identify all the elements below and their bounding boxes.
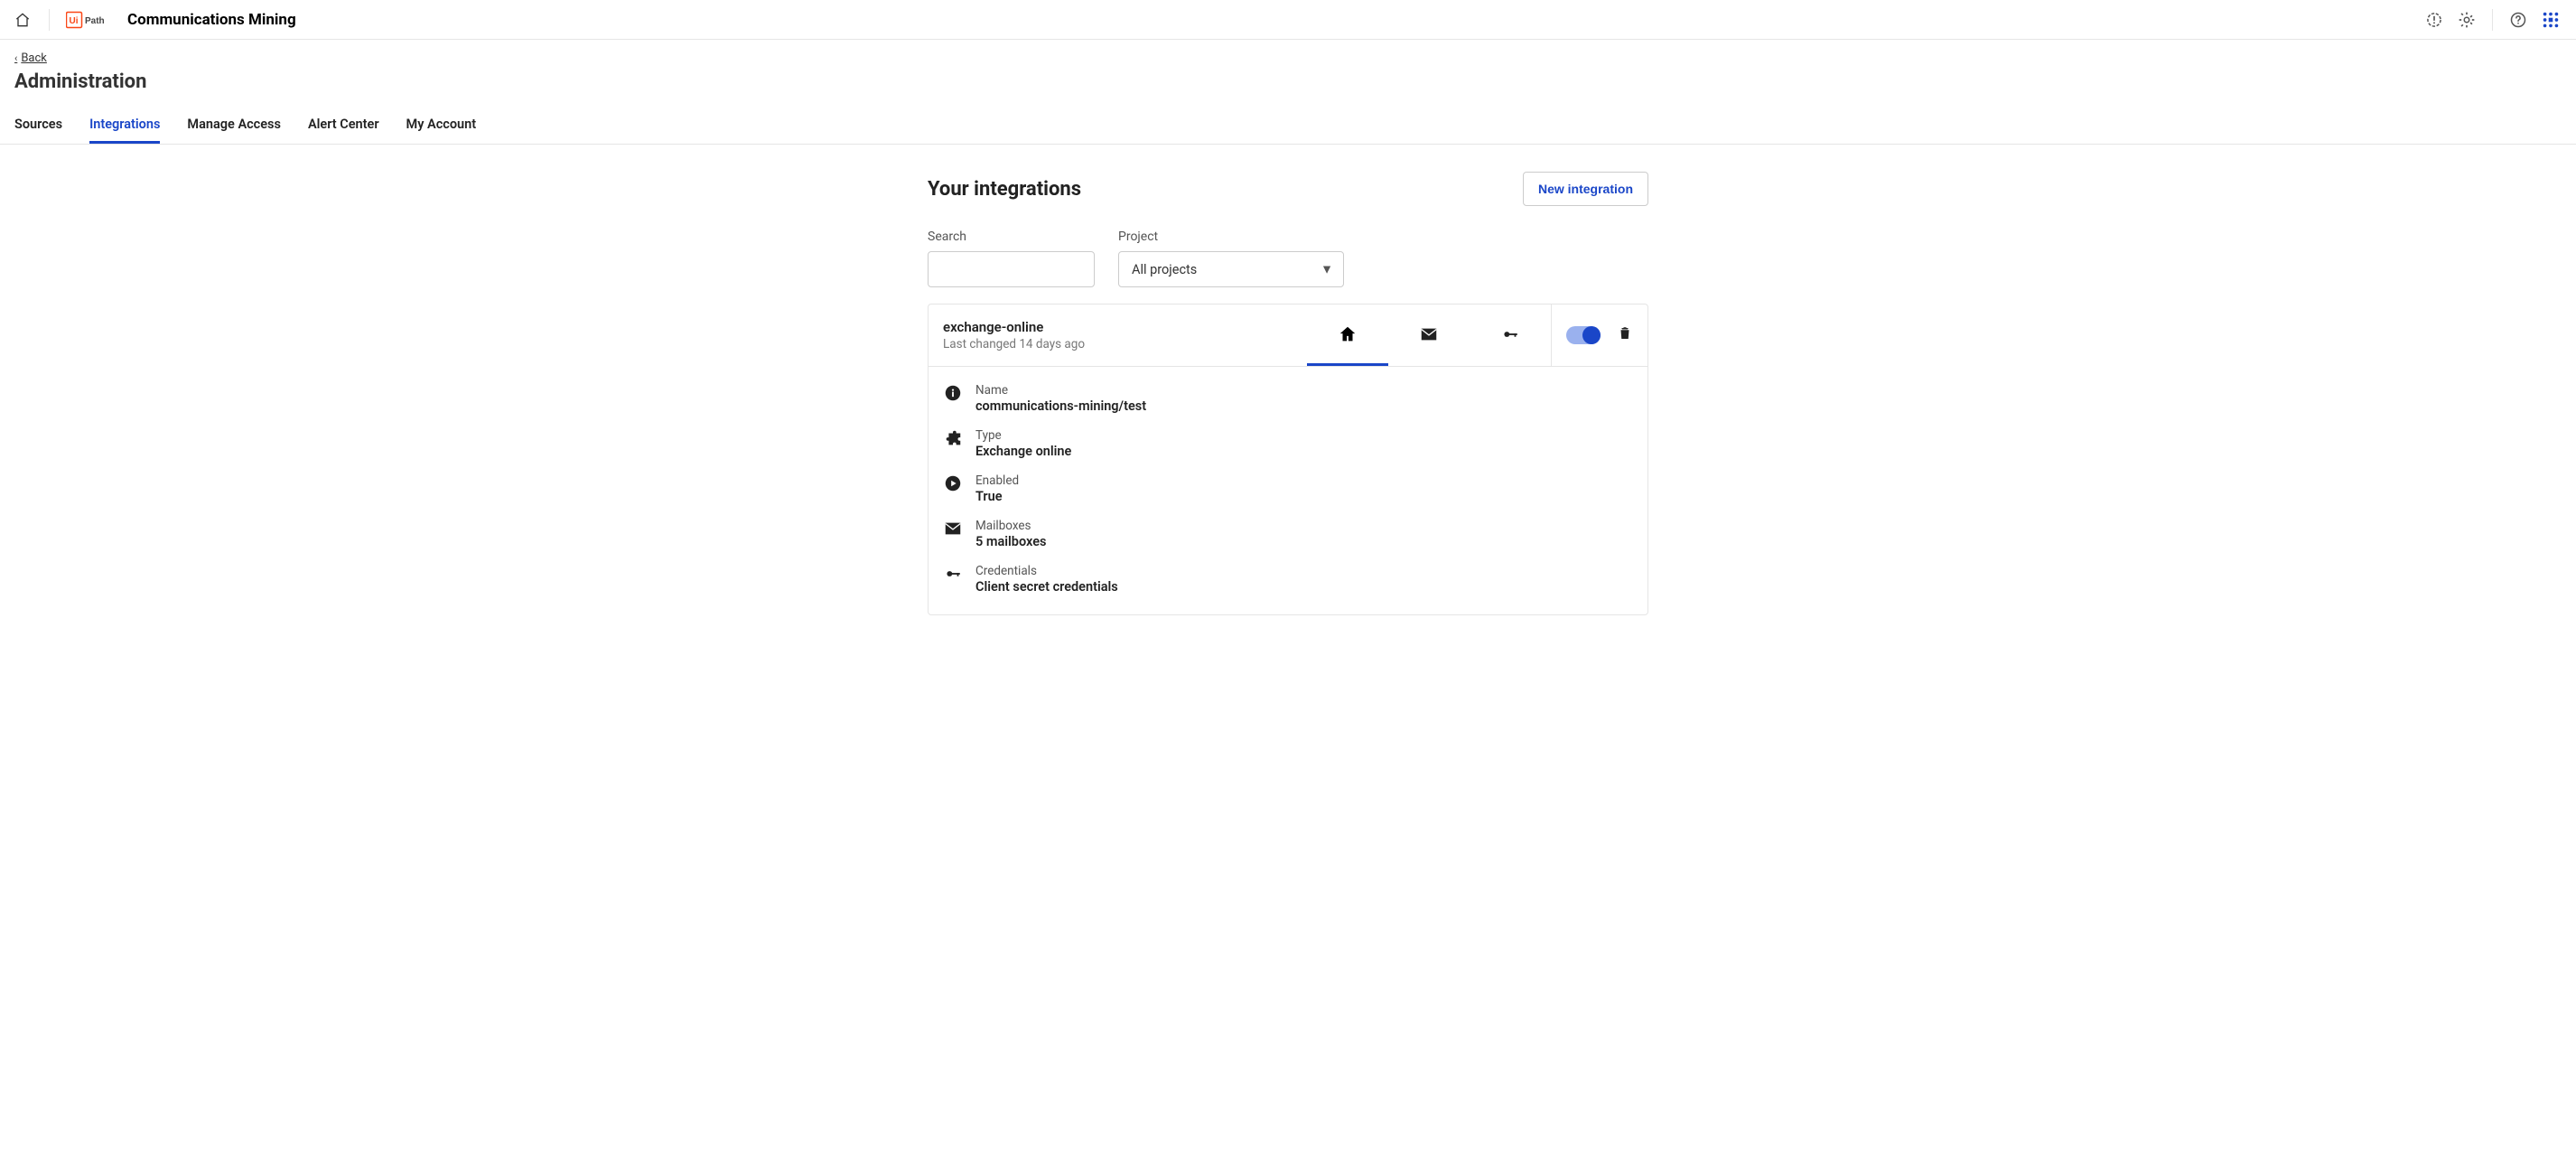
detail-value: True xyxy=(975,489,1019,504)
delete-button[interactable] xyxy=(1617,325,1633,345)
integration-name: exchange-online xyxy=(943,319,1293,335)
detail-value: 5 mailboxes xyxy=(975,534,1046,549)
mail-icon xyxy=(943,519,963,539)
mini-tab-credentials[interactable] xyxy=(1470,304,1551,366)
apps-grid-icon xyxy=(2541,10,2561,30)
detail-row: TypeExchange online xyxy=(943,428,1633,459)
help-button[interactable] xyxy=(2506,7,2531,33)
product-name: Communications Mining xyxy=(127,11,296,29)
detail-value: Exchange online xyxy=(975,444,1071,459)
detail-label: Name xyxy=(975,383,1146,398)
project-selected-value: All projects xyxy=(1118,251,1344,287)
integration-mini-tabs xyxy=(1307,304,1551,366)
divider xyxy=(49,9,50,31)
puzzle-icon xyxy=(943,428,963,448)
home-button[interactable] xyxy=(13,10,33,30)
settings-button[interactable] xyxy=(2454,7,2479,33)
detail-label: Mailboxes xyxy=(975,519,1046,533)
detail-row: Mailboxes5 mailboxes xyxy=(943,519,1633,549)
project-label: Project xyxy=(1118,230,1344,244)
trash-icon xyxy=(1617,325,1633,342)
svg-text:Ui: Ui xyxy=(70,16,79,26)
toggle-thumb xyxy=(1582,326,1601,344)
enable-toggle[interactable] xyxy=(1566,326,1601,344)
mail-icon xyxy=(1419,324,1439,344)
gear-icon xyxy=(2458,11,2476,29)
project-select[interactable]: All projects ▼ xyxy=(1118,251,1344,287)
tab-alert-center[interactable]: Alert Center xyxy=(308,109,379,144)
divider xyxy=(2492,9,2493,31)
info-icon xyxy=(943,383,963,403)
help-icon xyxy=(2509,11,2527,29)
detail-row: EnabledTrue xyxy=(943,473,1633,504)
key-icon xyxy=(943,564,963,584)
integration-subtitle: Last changed 14 days ago xyxy=(943,337,1293,351)
detail-value: communications-mining/test xyxy=(975,398,1146,414)
svg-text:Path: Path xyxy=(85,16,105,26)
topbar: Ui Path Communications Mining xyxy=(0,0,2576,40)
tab-sources[interactable]: Sources xyxy=(14,109,62,144)
search-input[interactable] xyxy=(928,251,1095,287)
back-label: Back xyxy=(21,52,47,65)
page-title: Administration xyxy=(14,70,2562,93)
home-icon xyxy=(14,11,32,29)
apps-button[interactable] xyxy=(2538,7,2563,33)
key-icon xyxy=(1500,324,1520,344)
detail-label: Type xyxy=(975,428,1071,443)
alert-icon xyxy=(2425,11,2443,29)
integration-details: Namecommunications-mining/test TypeExchan… xyxy=(929,367,1647,614)
integration-card: exchange-online Last changed 14 days ago… xyxy=(928,304,1648,615)
back-link[interactable]: ‹ Back xyxy=(14,52,47,65)
brand[interactable]: Ui Path Communications Mining xyxy=(66,11,296,29)
admin-tabs: Sources Integrations Manage Access Alert Ce… xyxy=(0,109,2576,145)
home-icon xyxy=(1338,324,1358,344)
detail-row: Namecommunications-mining/test xyxy=(943,383,1633,414)
tab-manage-access[interactable]: Manage Access xyxy=(187,109,281,144)
section-title: Your integrations xyxy=(928,178,1081,201)
detail-label: Enabled xyxy=(975,473,1019,488)
detail-row: CredentialsClient secret credentials xyxy=(943,564,1633,595)
detail-label: Credentials xyxy=(975,564,1118,578)
uipath-logo-icon: Ui Path xyxy=(66,11,120,29)
detail-value: Client secret credentials xyxy=(975,579,1118,595)
tab-integrations[interactable]: Integrations xyxy=(89,109,160,144)
play-icon xyxy=(943,473,963,493)
new-integration-button[interactable]: New integration xyxy=(1523,172,1648,206)
mini-tab-mailboxes[interactable] xyxy=(1388,304,1470,366)
chevron-left-icon: ‹ xyxy=(14,52,17,64)
search-label: Search xyxy=(928,230,1095,244)
alerts-button[interactable] xyxy=(2422,7,2447,33)
tab-my-account[interactable]: My Account xyxy=(406,109,477,144)
mini-tab-overview[interactable] xyxy=(1307,304,1388,366)
